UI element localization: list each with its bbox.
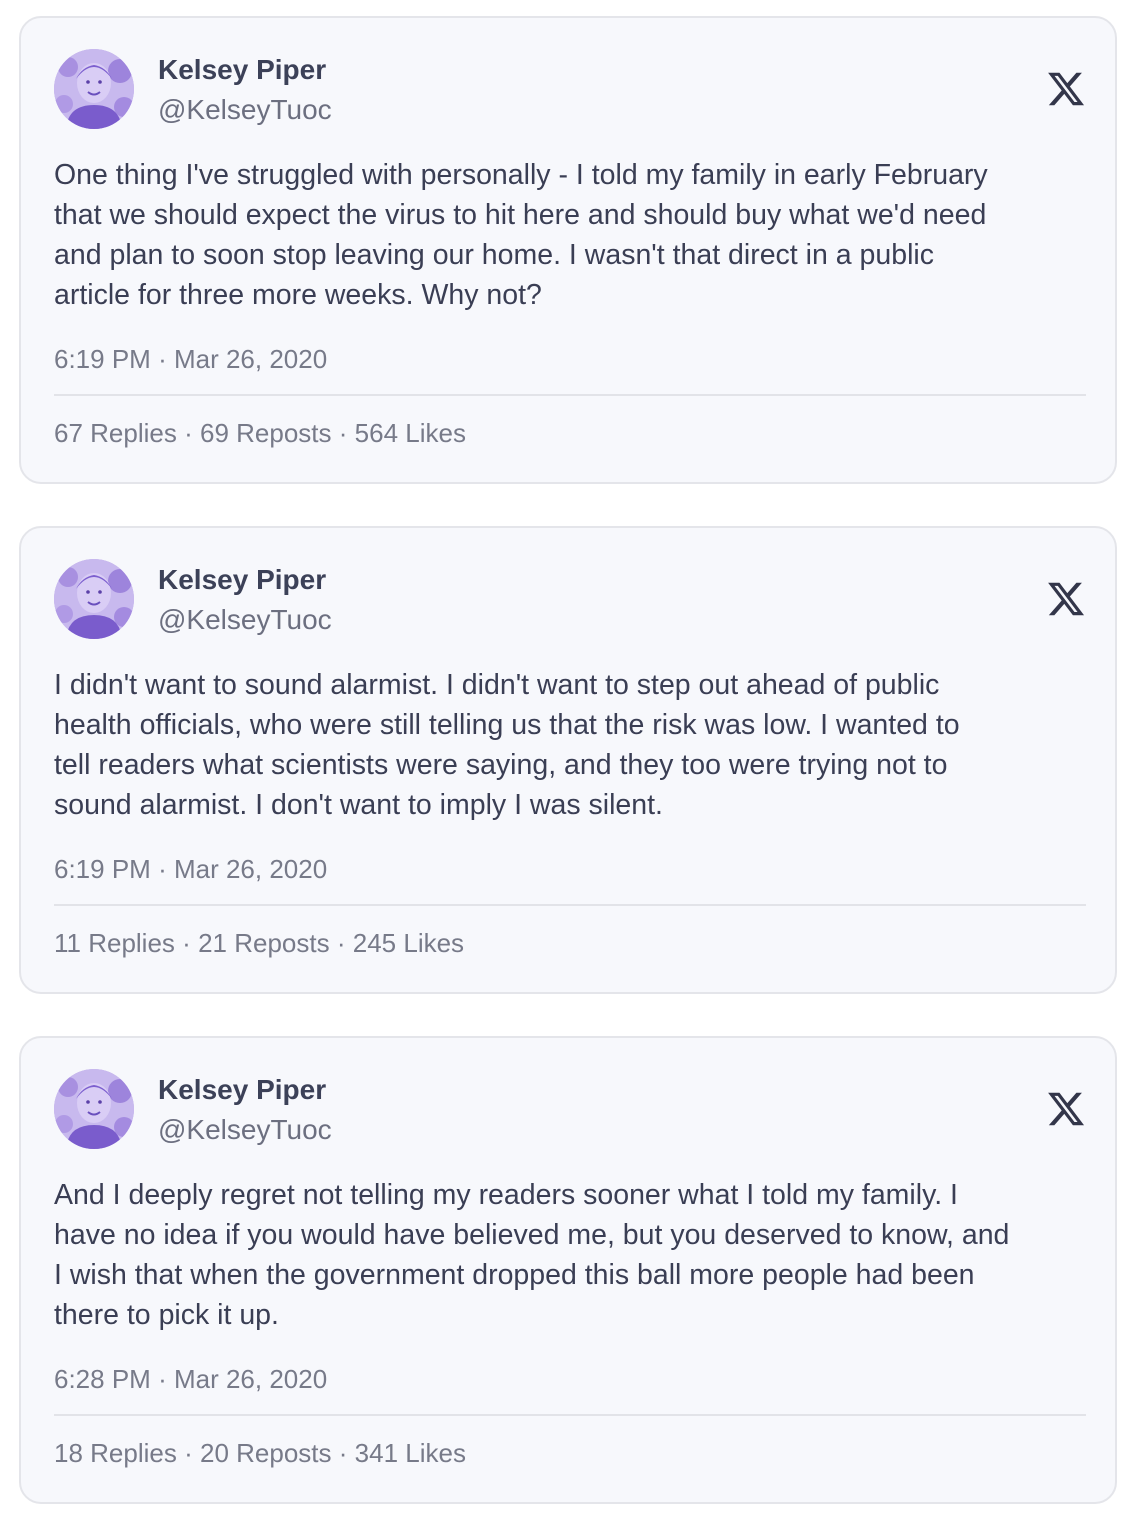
- avatar-image: [54, 559, 134, 639]
- tweet-time: 6:19 PM: [54, 344, 151, 374]
- tweet-stats: 67 Replies · 69 Reposts · 564 Likes: [54, 416, 466, 450]
- x-logo-icon[interactable]: [1046, 579, 1086, 619]
- reposts-count[interactable]: 20 Reposts: [200, 1438, 332, 1468]
- tweet-card-1: Kelsey Piper @KelseyTuoc One thing I've …: [19, 16, 1117, 484]
- separator: ·: [184, 418, 193, 448]
- separator: ·: [338, 418, 348, 448]
- avatar[interactable]: [54, 49, 134, 129]
- tweet-time: 6:19 PM: [54, 854, 151, 884]
- replies-count[interactable]: 67 Replies: [54, 418, 177, 448]
- tweet-date: Mar 26, 2020: [173, 1364, 328, 1394]
- tweet-text-line: I didn't want to sound alarmist. I didn'…: [54, 669, 940, 701]
- tweet-text-line: that we should expect the virus to hit h…: [54, 199, 987, 231]
- tweet-text: And I deeply regret not telling my reade…: [54, 1175, 1094, 1335]
- separator: ·: [338, 1438, 348, 1468]
- tweet-timestamp[interactable]: 6:19 PM · Mar 26, 2020: [54, 342, 327, 376]
- tweet-text: One thing I've struggled with personally…: [54, 155, 1094, 315]
- tweet-stats: 18 Replies · 20 Reposts · 341 Likes: [54, 1436, 466, 1470]
- tweet-timestamp[interactable]: 6:19 PM · Mar 26, 2020: [54, 852, 327, 886]
- tweet-text-line: tell readers what scientists were saying…: [54, 749, 948, 781]
- replies-count[interactable]: 18 Replies: [54, 1438, 177, 1468]
- tweet-text-line: and plan to soon stop leaving our home. …: [54, 239, 934, 271]
- likes-count[interactable]: 245 Likes: [353, 928, 464, 958]
- reposts-count[interactable]: 69 Reposts: [200, 418, 332, 448]
- tweet-text: I didn't want to sound alarmist. I didn'…: [54, 665, 1094, 825]
- avatar-image: [54, 1069, 134, 1149]
- author-name[interactable]: Kelsey Piper: [158, 52, 326, 88]
- separator: ·: [336, 928, 346, 958]
- tweet-stats: 11 Replies · 21 Reposts · 245 Likes: [54, 926, 464, 960]
- author-handle[interactable]: @KelseyTuoc: [158, 1112, 332, 1148]
- tweet-text-line: sound alarmist. I don't want to imply I …: [54, 789, 663, 821]
- separator: ·: [182, 928, 191, 958]
- separator: ·: [184, 1438, 193, 1468]
- divider: [54, 1414, 1086, 1416]
- avatar-image: [54, 49, 134, 129]
- author-name[interactable]: Kelsey Piper: [158, 562, 326, 598]
- tweet-text-line: article for three more weeks. Why not?: [54, 279, 542, 311]
- likes-count[interactable]: 564 Likes: [355, 418, 466, 448]
- avatar[interactable]: [54, 1069, 134, 1149]
- tweet-text-line: One thing I've struggled with personally…: [54, 159, 988, 191]
- tweet-time: 6:28 PM: [54, 1364, 151, 1394]
- replies-count[interactable]: 11 Replies: [54, 928, 175, 958]
- separator: ·: [158, 1364, 167, 1394]
- reposts-count[interactable]: 21 Reposts: [198, 928, 330, 958]
- divider: [54, 394, 1086, 396]
- tweet-timestamp[interactable]: 6:28 PM · Mar 26, 2020: [54, 1362, 327, 1396]
- separator: ·: [158, 854, 167, 884]
- x-logo-icon[interactable]: [1046, 69, 1086, 109]
- author-handle[interactable]: @KelseyTuoc: [158, 92, 332, 128]
- tweet-card-3: Kelsey Piper @KelseyTuoc And I deeply re…: [19, 1036, 1117, 1504]
- x-logo-icon[interactable]: [1046, 1089, 1086, 1129]
- tweet-text-line: health officials, who were still telling…: [54, 709, 960, 741]
- author-handle[interactable]: @KelseyTuoc: [158, 602, 332, 638]
- tweet-date: Mar 26, 2020: [173, 344, 328, 374]
- divider: [54, 904, 1086, 906]
- tweet-card-2: Kelsey Piper @KelseyTuoc I didn't want t…: [19, 526, 1117, 994]
- separator: ·: [158, 344, 167, 374]
- tweet-date: Mar 26, 2020: [173, 854, 328, 884]
- tweet-text-line: And I deeply regret not telling my reade…: [54, 1179, 958, 1211]
- tweet-text-line: there to pick it up.: [54, 1299, 279, 1331]
- likes-count[interactable]: 341 Likes: [355, 1438, 466, 1468]
- tweet-text-line: I wish that when the government dropped …: [54, 1259, 975, 1291]
- tweet-text-line: have no idea if you would have believed …: [54, 1219, 1010, 1251]
- author-name[interactable]: Kelsey Piper: [158, 1072, 326, 1108]
- avatar[interactable]: [54, 559, 134, 639]
